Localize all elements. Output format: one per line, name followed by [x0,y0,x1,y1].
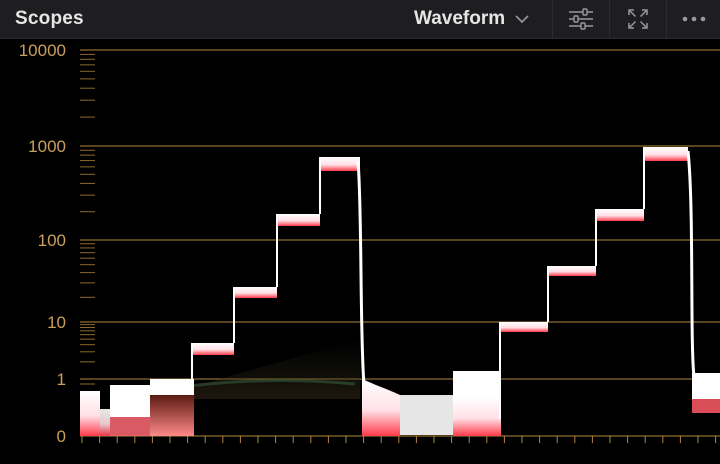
expand-icon [628,9,648,29]
scope-settings-button[interactable] [552,0,609,38]
scale-label-0: 0 [57,427,66,446]
panel-header: Scopes Waveform [0,0,720,39]
expand-button[interactable] [609,0,666,38]
chevron-down-icon [515,15,529,24]
scale-label-1: 1 [57,370,66,389]
waveform-scope: 10000 1000 100 10 1 0 [0,39,720,464]
scope-mode-label: Waveform [414,8,506,29]
sliders-icon [569,8,593,30]
horizontal-ticks [81,436,717,443]
more-dots-icon [682,16,706,22]
graticule [80,49,720,437]
scale-label-10: 10 [47,313,66,332]
waveform-trace [80,147,720,436]
scopes-panel: Scopes Waveform 10000 1000 100 10 1 0 [0,0,720,464]
scale-label-1000: 1000 [28,137,66,156]
scale-label-100: 100 [38,231,66,250]
scope-mode-dropdown[interactable]: Waveform [414,6,530,32]
scale-label-10000: 10000 [19,41,66,60]
scale-minor-ticks [80,53,95,425]
waveform-graph: 10000 1000 100 10 1 0 [19,41,720,446]
panel-title: Scopes [15,8,84,29]
more-options-button[interactable] [666,0,720,38]
